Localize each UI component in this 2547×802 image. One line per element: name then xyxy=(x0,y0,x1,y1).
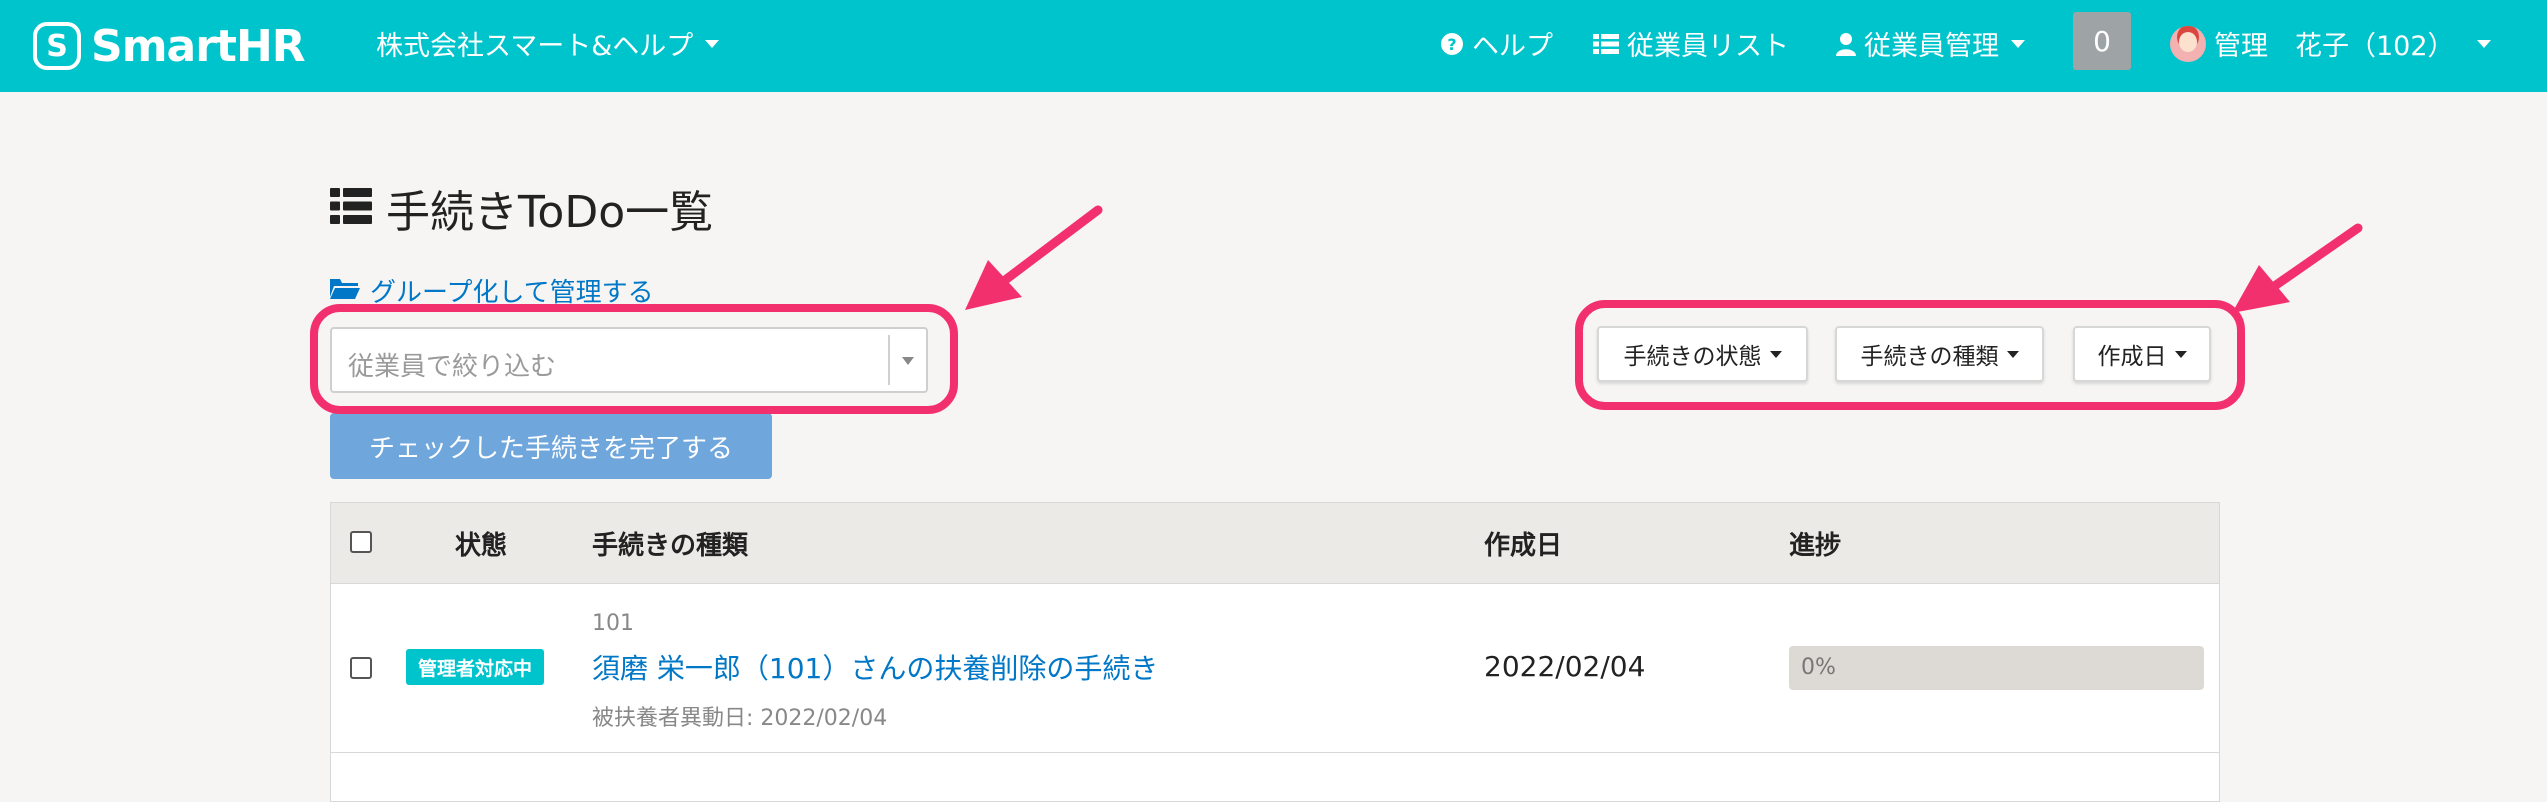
folder-open-icon xyxy=(330,276,360,306)
logo-text: SmartHR xyxy=(91,20,306,72)
user-icon xyxy=(1836,32,1856,56)
top-navigation-bar: S SmartHR 株式会社スマート&ヘルプ ? ヘルプ 従業員リスト 従業員管… xyxy=(0,0,2547,92)
user-name: 管理 花子（102） xyxy=(2214,31,2455,62)
select-all-checkbox[interactable] xyxy=(350,531,372,553)
chevron-down-icon xyxy=(2011,39,2025,48)
svg-text:?: ? xyxy=(1447,35,1456,54)
user-menu[interactable]: 管理 花子（102） xyxy=(2170,24,2491,63)
question-circle-icon: ? xyxy=(1440,32,1464,56)
help-link[interactable]: ? ヘルプ xyxy=(1440,24,1553,63)
list-icon xyxy=(330,188,372,228)
page-title-text: 手続きToDo一覧 xyxy=(386,187,714,238)
notification-badge[interactable]: 0 xyxy=(2073,12,2131,70)
employee-list-label: 従業員リスト xyxy=(1627,31,1789,62)
procedure-subtext: 被扶養者異動日: 2022/02/04 xyxy=(592,706,888,731)
todo-table: 状態 手続きの種類 作成日 進捗 管理者対応中 101 須磨 栄一郎（101）さ… xyxy=(330,502,2220,802)
smarthr-logo-icon: S xyxy=(33,22,81,70)
employee-number: 101 xyxy=(592,611,634,636)
chevron-down-icon xyxy=(705,39,720,48)
procedure-link[interactable]: 須磨 栄一郎（101）さんの扶養削除の手続き xyxy=(592,647,1158,687)
highlight-employee-filter xyxy=(310,304,958,414)
highlight-filter-dropdowns xyxy=(1575,300,2245,410)
avatar xyxy=(2170,25,2206,62)
pointer-arrow-icon xyxy=(2232,223,2363,313)
list-icon xyxy=(1593,33,1619,55)
progress-label: 0% xyxy=(1801,655,1836,680)
pointer-arrow-icon xyxy=(965,205,1103,310)
help-label: ヘルプ xyxy=(1472,31,1553,62)
row-checkbox[interactable] xyxy=(350,657,372,679)
chevron-down-icon xyxy=(2476,39,2491,48)
employee-management-label: 従業員管理 xyxy=(1864,31,1999,62)
complete-checked-button[interactable]: チェックした手続きを完了する xyxy=(330,413,772,479)
header-procedure-type: 手続きの種類 xyxy=(592,531,749,561)
company-name: 株式会社スマート&ヘルプ xyxy=(376,31,694,62)
table-header-row: 状態 手続きの種類 作成日 進捗 xyxy=(331,503,2219,584)
employee-list-link[interactable]: 従業員リスト xyxy=(1593,24,1789,63)
page-title: 手続きToDo一覧 xyxy=(330,176,713,240)
employee-management-menu[interactable]: 従業員管理 xyxy=(1836,24,2025,63)
company-switcher[interactable]: 株式会社スマート&ヘルプ xyxy=(376,24,720,63)
header-created-date: 作成日 xyxy=(1484,531,1563,561)
table-row: 管理者対応中 101 須磨 栄一郎（101）さんの扶養削除の手続き 被扶養者異動… xyxy=(331,584,2219,753)
smarthr-logo[interactable]: S SmartHR xyxy=(33,12,306,80)
progress-bar: 0% xyxy=(1789,646,2204,690)
header-progress: 進捗 xyxy=(1789,531,1842,561)
header-status: 状態 xyxy=(455,531,508,561)
status-badge: 管理者対応中 xyxy=(406,649,545,685)
created-date: 2022/02/04 xyxy=(1484,650,1646,683)
